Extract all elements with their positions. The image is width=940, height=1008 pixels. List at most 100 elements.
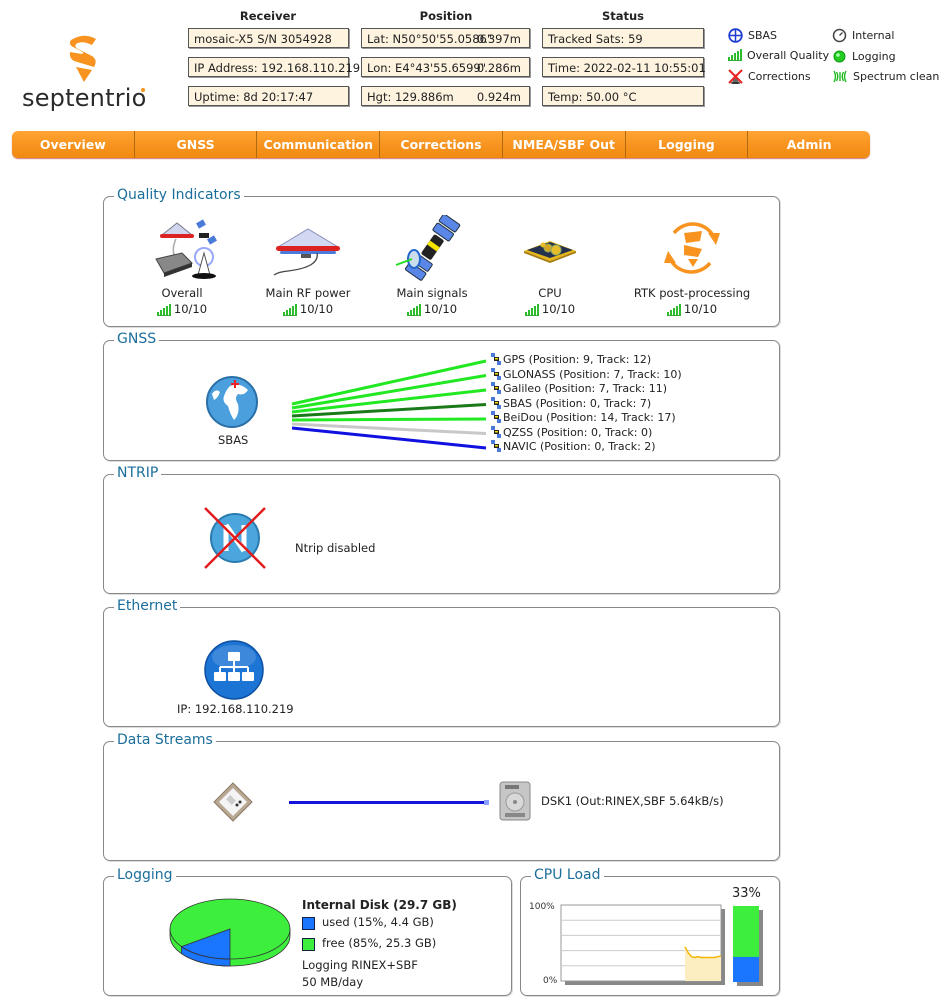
gnss-constellation-row[interactable]: BeiDou (Position: 14, Track: 17): [490, 411, 676, 424]
quality-indicators-panel: Quality Indicators Overall 10/10 Main RF…: [103, 186, 780, 327]
position-lat: Lat: N50°50'55.0586" 0.397m: [361, 28, 530, 48]
qi-rtk-post-processing[interactable]: RTK post-processing 10/10: [622, 215, 762, 316]
qi-rtk-score: 10/10: [622, 302, 762, 316]
lon-error: 0.286m: [476, 61, 521, 75]
cpu-bar-used: [733, 956, 759, 982]
qi-cpu-score-value: 10/10: [541, 302, 576, 316]
logging-free: free (85%, 25.3 GB): [322, 936, 437, 950]
overall-receiver-icon: [155, 219, 217, 279]
ntrip-panel: NTRIP Ntrip disabled: [103, 464, 780, 594]
tab-communication[interactable]: Communication: [257, 131, 381, 158]
qi-cpu-label: CPU: [538, 286, 562, 300]
tab-logging[interactable]: Logging: [626, 131, 749, 158]
satellite-small-icon: [491, 411, 501, 423]
cpu-axis-max: 100%: [529, 902, 555, 912]
tab-gnss[interactable]: GNSS: [135, 131, 258, 158]
gnss-line-0: [291, 359, 487, 406]
qi-overall[interactable]: Overall 10/10: [112, 215, 252, 316]
data-streams-title: Data Streams: [114, 731, 216, 749]
position-hgt: Hgt: 129.886m 0.924m: [361, 86, 530, 106]
cpu-chip-icon: [524, 241, 576, 263]
ethernet-ip: IP: 192.168.110.219: [177, 702, 294, 716]
gnss-constellation-row[interactable]: QZSS (Position: 0, Track: 0): [490, 425, 653, 439]
legend-logging-label: Logging: [852, 50, 896, 63]
legend-internal: Internal: [832, 28, 894, 43]
quality-indicators-title: Quality Indicators: [114, 186, 244, 204]
logging-title: Logging: [114, 866, 176, 884]
legend-sbas-label: SBAS: [748, 29, 778, 42]
qi-rtk-score-value: 10/10: [683, 302, 718, 316]
legend-free-swatch: [302, 938, 315, 951]
tab-admin[interactable]: Admin: [748, 131, 870, 158]
gnss-constellation-row[interactable]: NAVIC (Position: 0, Track: 2): [490, 440, 656, 453]
status-title: Status: [601, 9, 645, 23]
satellite-small-icon: [491, 396, 501, 409]
legend-corrections-label: Corrections: [748, 70, 811, 83]
stream-line-end: [484, 800, 489, 805]
gnss-line-2: [291, 388, 487, 414]
legend-logging: Logging: [832, 49, 896, 64]
qi-cpu[interactable]: CPU 10/10: [480, 215, 620, 316]
receiver-uptime: Uptime: 8d 20:17:47: [188, 86, 349, 106]
ethernet-title: Ethernet: [114, 597, 181, 615]
qi-main-rf-power-label: Main RF power: [265, 286, 351, 300]
gnss-constellation-label: GLONASS (Position: 7, Track: 10): [503, 367, 682, 381]
sbas-crosshair-icon: [728, 28, 743, 43]
qi-main-rf-power-score: 10/10: [238, 302, 378, 316]
cpu-history-chart: [560, 904, 725, 985]
lat-error: 0.397m: [476, 32, 521, 46]
globe-icon[interactable]: [204, 374, 260, 430]
gnss-constellation-row[interactable]: GLONASS (Position: 7, Track: 10): [490, 367, 682, 381]
clock-icon: [832, 28, 847, 43]
gnss-constellation-row[interactable]: GPS (Position: 9, Track: 12): [490, 353, 651, 366]
septentrio-logo: septentrio: [22, 32, 152, 112]
signal-bars-icon: [156, 304, 171, 316]
qi-overall-score: 10/10: [112, 302, 252, 316]
tab-corrections[interactable]: Corrections: [380, 131, 503, 158]
qi-main-rf-power[interactable]: Main RF power 10/10: [238, 215, 378, 316]
receiver-module-icon[interactable]: [211, 780, 255, 824]
tab-nmea-sbf-out[interactable]: NMEA/SBF Out: [503, 131, 626, 158]
gnss-constellation-label: QZSS (Position: 0, Track: 0): [503, 425, 653, 439]
tab-overview[interactable]: Overview: [12, 131, 135, 158]
corrections-disabled-icon: [728, 69, 743, 84]
green-dot-icon: [833, 50, 846, 63]
qi-overall-label: Overall: [161, 286, 203, 300]
logging-used: used (15%, 4.4 GB): [322, 915, 434, 929]
logging-rate: 50 MB/day: [302, 975, 364, 989]
hgt-error: 0.924m: [476, 90, 521, 104]
satellite-small-icon: [491, 367, 501, 380]
logging-panel: Logging Internal Disk (29.7 GB) used (15…: [103, 866, 512, 996]
satellite-small-icon: [491, 440, 501, 452]
gnss-constellation-label: BeiDou (Position: 14, Track: 17): [503, 411, 676, 424]
legend-corrections: Corrections: [728, 69, 811, 84]
gnss-constellation-label: Galileo (Position: 7, Track: 11): [503, 382, 668, 395]
brand-dot: [141, 88, 145, 92]
receiver-model: mosaic-X5 S/N 3054928: [188, 28, 349, 48]
gnss-constellation-label: GPS (Position: 9, Track: 12): [503, 353, 652, 366]
data-streams-panel: Data Streams DSK1 (Out:RINEX,SBF 5.64kB/…: [103, 731, 780, 861]
gnss-constellation-row[interactable]: Galileo (Position: 7, Track: 11): [490, 382, 667, 395]
hard-disk-icon[interactable]: [497, 780, 533, 822]
network-icon[interactable]: [203, 639, 265, 701]
rtk-sync-icon: [664, 222, 720, 274]
gnss-signal-lines: [291, 359, 487, 450]
disk-usage-pie: [169, 898, 291, 967]
lat-value: Lat: N50°50'55.0586": [367, 32, 493, 46]
cpu-current-value: 33%: [732, 886, 761, 901]
satellite-small-icon: [491, 425, 501, 438]
ntrip-disabled-icon[interactable]: [202, 505, 268, 571]
gnss-constellation-label: NAVIC (Position: 0, Track: 2): [503, 440, 656, 453]
logging-mode: Logging RINEX+SBF: [302, 958, 418, 972]
position-lon: Lon: E4°43'55.6599" 0.286m: [361, 57, 530, 77]
cpu-axis-min: 0%: [543, 976, 558, 986]
stream-line: [289, 801, 484, 804]
antenna-icon: [273, 228, 340, 276]
hgt-value: Hgt: 129.886m: [367, 90, 454, 104]
signal-bars-icon: [524, 304, 539, 316]
qi-overall-score-value: 10/10: [173, 302, 208, 316]
position-title: Position: [419, 9, 473, 23]
gnss-constellation-row[interactable]: SBAS (Position: 0, Track: 7): [490, 396, 651, 410]
legend-overall-quality-label: Overall Quality: [747, 49, 830, 62]
qi-main-signals-score-value: 10/10: [423, 302, 458, 316]
